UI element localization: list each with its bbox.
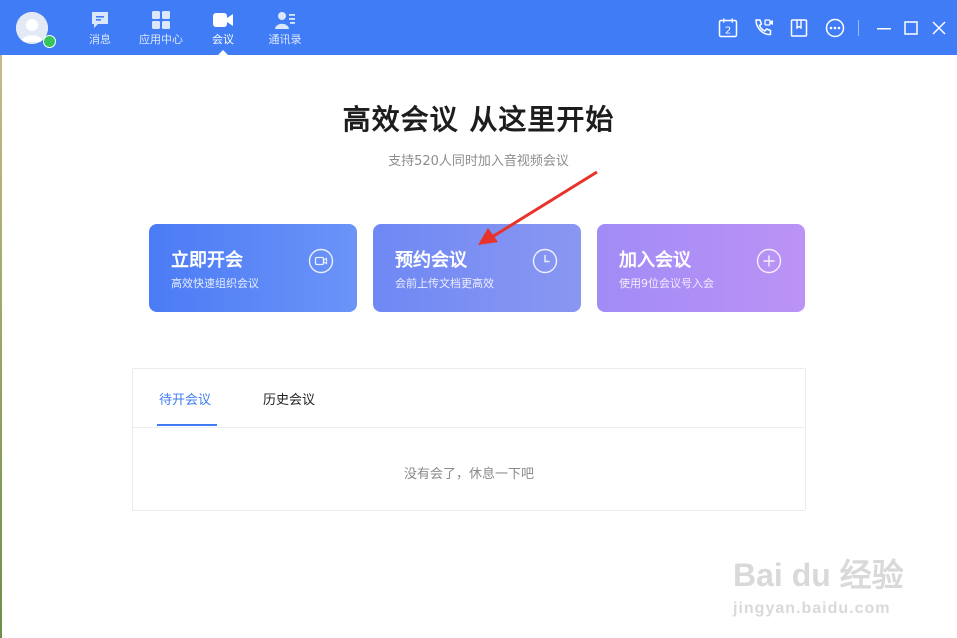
watermark-line2: jingyan.baidu.com bbox=[733, 600, 891, 617]
app-center-icon bbox=[152, 11, 170, 29]
phone-video-icon bbox=[755, 19, 773, 36]
card-subtitle: 使用9位会议号入会 bbox=[619, 277, 714, 290]
online-status-icon bbox=[43, 35, 56, 48]
toolbar-separator bbox=[858, 20, 859, 36]
page-subtitle: 支持520人同时加入音视频会议 bbox=[388, 154, 569, 169]
bookmark-icon bbox=[790, 19, 808, 37]
nav-active-indicator bbox=[218, 50, 228, 55]
instant-meeting-card[interactable]: 立即开会 高效快速组织会议 bbox=[149, 224, 357, 312]
more-button[interactable] bbox=[824, 17, 846, 39]
card-title: 立即开会 bbox=[171, 250, 243, 271]
schedule-meeting-card[interactable]: 预约会议 会前上传文档更高效 bbox=[373, 224, 581, 312]
empty-state-text: 没有会了，休息一下吧 bbox=[403, 467, 534, 482]
card-title: 预约会议 bbox=[395, 250, 467, 271]
watermark-line1: Bai du 经验 bbox=[733, 557, 904, 593]
message-icon bbox=[92, 12, 108, 28]
nav-item-label: 应用中心 bbox=[139, 33, 183, 46]
meeting-video-icon bbox=[213, 13, 233, 27]
page-title: 高效会议 从这里开始 bbox=[342, 103, 615, 136]
join-meeting-card[interactable]: 加入会议 使用9位会议号入会 bbox=[597, 224, 805, 312]
clock-icon bbox=[532, 248, 558, 274]
phone-video-button[interactable] bbox=[752, 17, 774, 39]
top-bar: 消息 应用中心 会议 通讯录 2 bbox=[0, 0, 957, 55]
card-subtitle: 高效快速组织会议 bbox=[171, 277, 259, 290]
tab-history-meetings[interactable]: 历史会议 bbox=[263, 389, 315, 408]
nav-item-messages[interactable]: 消息 bbox=[70, 9, 130, 53]
maximize-icon bbox=[904, 21, 918, 35]
calendar-badge: 2 bbox=[725, 26, 731, 37]
more-icon bbox=[825, 18, 845, 38]
close-icon bbox=[932, 21, 946, 35]
annotation-arrow bbox=[478, 170, 598, 245]
nav-item-label: 会议 bbox=[212, 33, 234, 46]
nav-item-contacts[interactable]: 通讯录 bbox=[255, 9, 315, 53]
nav-item-label: 消息 bbox=[89, 33, 111, 46]
video-icon bbox=[308, 248, 334, 274]
minimize-icon bbox=[877, 28, 891, 30]
window-edge bbox=[0, 55, 2, 638]
calendar-icon: 2 bbox=[718, 18, 738, 38]
contacts-icon bbox=[275, 12, 295, 29]
tab-upcoming-meetings[interactable]: 待开会议 bbox=[159, 389, 211, 408]
card-title: 加入会议 bbox=[619, 250, 691, 271]
minimize-button[interactable] bbox=[873, 17, 895, 39]
close-button[interactable] bbox=[928, 17, 950, 39]
nav-item-label: 通讯录 bbox=[268, 33, 302, 46]
active-tab-indicator bbox=[157, 424, 217, 426]
meeting-list-panel: 待开会议 历史会议 没有会了，休息一下吧 bbox=[132, 368, 806, 511]
nav-item-meeting[interactable]: 会议 bbox=[193, 9, 253, 53]
panel-divider bbox=[133, 427, 805, 428]
card-subtitle: 会前上传文档更高效 bbox=[395, 277, 494, 290]
maximize-button[interactable] bbox=[900, 17, 922, 39]
plus-circle-icon bbox=[756, 248, 782, 274]
baidu-watermark: Bai du 经验 jingyan.baidu.com bbox=[733, 550, 904, 618]
calendar-button[interactable]: 2 bbox=[717, 17, 739, 39]
bookmark-button[interactable] bbox=[788, 17, 810, 39]
nav-item-app-center[interactable]: 应用中心 bbox=[131, 9, 191, 53]
